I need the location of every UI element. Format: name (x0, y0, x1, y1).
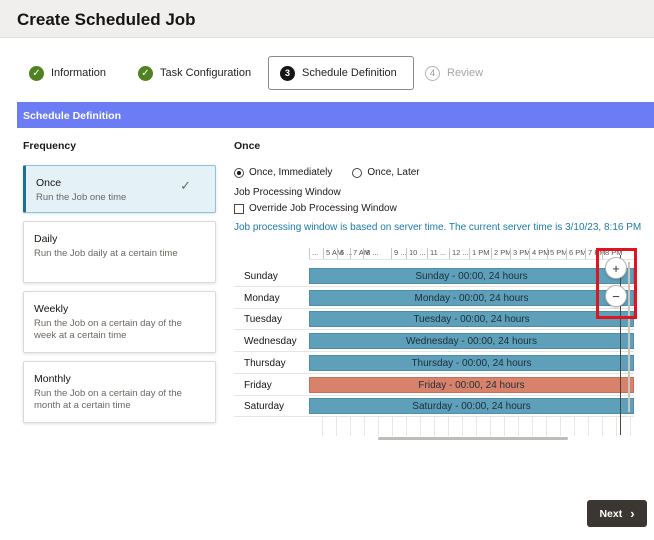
day-label: Tuesday (244, 314, 282, 326)
schedule-bar[interactable]: Tuesday - 00:00, 24 hours (309, 311, 634, 328)
step-label: Review (447, 67, 484, 79)
time-axis: ... 5 AM 6 ... 7 AM 8 ... 9 ... 10 ... 11 ... 12… (309, 248, 634, 260)
card-description: Run the Job on a certain day of the week… (34, 318, 182, 341)
hour-label: 9 ... (391, 248, 407, 259)
frequency-card-monthly[interactable]: Monthly Run the Job on a certain day of … (23, 361, 216, 423)
hour-label: 7 AM (350, 248, 370, 259)
radio-label: Once, Immediately (249, 167, 333, 178)
radio-label: Once, Later (367, 167, 420, 178)
scheduler-row-sunday: Sunday Sunday - 00:00, 24 hours (234, 265, 634, 287)
scheduler-row-thursday: Thursday Thursday - 00:00, 24 hours (234, 352, 634, 374)
day-label: Friday (244, 379, 272, 391)
frequency-card-once[interactable]: Once Run the Job one time ✓ (23, 165, 216, 213)
checkmark-icon: ✓ (180, 178, 191, 193)
hour-label: 3 PM (510, 248, 531, 259)
step-label: Task Configuration (160, 67, 252, 79)
schedule-bar[interactable]: Wednesday - 00:00, 24 hours (309, 333, 634, 350)
scheduler-row-tuesday: Tuesday Tuesday - 00:00, 24 hours (234, 308, 634, 331)
step-number-icon: 3 (280, 65, 295, 81)
section-header: Schedule Definition (17, 102, 654, 128)
schedule-bar[interactable]: Thursday - 00:00, 24 hours (309, 354, 634, 371)
hour-label: 5 AM (323, 248, 343, 259)
scheduler-row-saturday: Saturday Saturday - 00:00, 24 hours (234, 395, 634, 418)
check-icon: ✓ (138, 65, 153, 81)
day-label: Sunday (244, 271, 278, 282)
frequency-card-weekly[interactable]: Weekly Run the Job on a certain day of t… (23, 291, 216, 353)
step-label: Schedule Definition (302, 67, 397, 79)
schedule-bar[interactable]: Sunday - 00:00, 24 hours (309, 268, 634, 284)
next-label: Next (599, 507, 623, 520)
horizontal-scrollbar[interactable] (378, 437, 568, 440)
radio-once-later[interactable] (352, 167, 363, 178)
step-label: Information (51, 67, 107, 79)
hour-label: 4 PM (529, 248, 550, 259)
scheduler-row-friday: Friday Friday - 00:00, 24 hours (234, 374, 634, 396)
day-label: Wednesday (244, 336, 297, 348)
step-review: 4 Review (425, 56, 483, 90)
next-button[interactable]: Next › (587, 500, 647, 527)
card-title: Monthly (34, 373, 71, 385)
card-title: Daily (34, 233, 58, 245)
day-label: Monday (244, 292, 280, 304)
server-time-note: Job processing window is based on server… (234, 222, 642, 233)
scheduler-row-monday: Monday Monday - 00:00, 24 hours (234, 287, 634, 309)
frequency-label: Frequency (23, 140, 77, 152)
day-label: Saturday (244, 401, 285, 413)
check-icon: ✓ (29, 65, 44, 81)
card-title: Weekly (34, 303, 69, 315)
once-label: Once (234, 140, 261, 152)
override-window-row: Override Job Processing Window (234, 203, 397, 214)
schedule-bar[interactable]: Monday - 00:00, 24 hours (309, 289, 634, 306)
title-bar: Create Scheduled Job (0, 0, 654, 38)
radio-once-immediately[interactable] (234, 167, 244, 178)
once-radio-group: Once, Immediately Once, Later (234, 167, 420, 178)
card-description: Run the Job daily at a certain time (34, 248, 178, 259)
hour-label: 6 PM (566, 248, 587, 259)
override-label: Override Job Processing Window (249, 203, 397, 214)
hour-label: 5 PM (547, 248, 568, 259)
chevron-right-icon: › (630, 506, 635, 521)
job-processing-window-label: Job Processing Window (234, 187, 341, 198)
step-number-icon: 4 (425, 65, 440, 81)
hour-label: 11 ... (427, 248, 449, 259)
step-schedule-definition[interactable]: 3 Schedule Definition (268, 56, 414, 90)
frequency-card-daily[interactable]: Daily Run the Job daily at a certain tim… (23, 221, 216, 283)
scheduler-grid-footer (309, 416, 634, 436)
page-title: Create Scheduled Job (17, 10, 196, 29)
hour-label: 10 ... (406, 248, 427, 259)
schedule-bar[interactable]: Friday - 00:00, 24 hours (309, 376, 634, 393)
hour-label: 12 ... (449, 248, 469, 259)
step-information[interactable]: ✓ Information (29, 56, 106, 90)
day-label: Thursday (244, 357, 286, 369)
hour-label: ... (309, 248, 323, 259)
override-checkbox[interactable] (234, 203, 244, 214)
step-navigation: ✓ Information ✓ Task Configuration 3 Sch… (0, 56, 654, 90)
scheduler-row-wednesday: Wednesday Wednesday - 00:00, 24 hours (234, 330, 634, 353)
step-task-configuration[interactable]: ✓ Task Configuration (138, 56, 251, 90)
card-description: Run the Job on a certain day of the mont… (34, 388, 182, 411)
hour-label: 2 PM (491, 248, 512, 259)
schedule-bar[interactable]: Saturday - 00:00, 24 hours (309, 398, 634, 415)
hour-label: 8 ... (363, 248, 391, 259)
hour-label: 6 ... (337, 248, 353, 259)
zoom-highlight-box (596, 248, 637, 319)
hour-label: 1 PM (469, 248, 491, 259)
